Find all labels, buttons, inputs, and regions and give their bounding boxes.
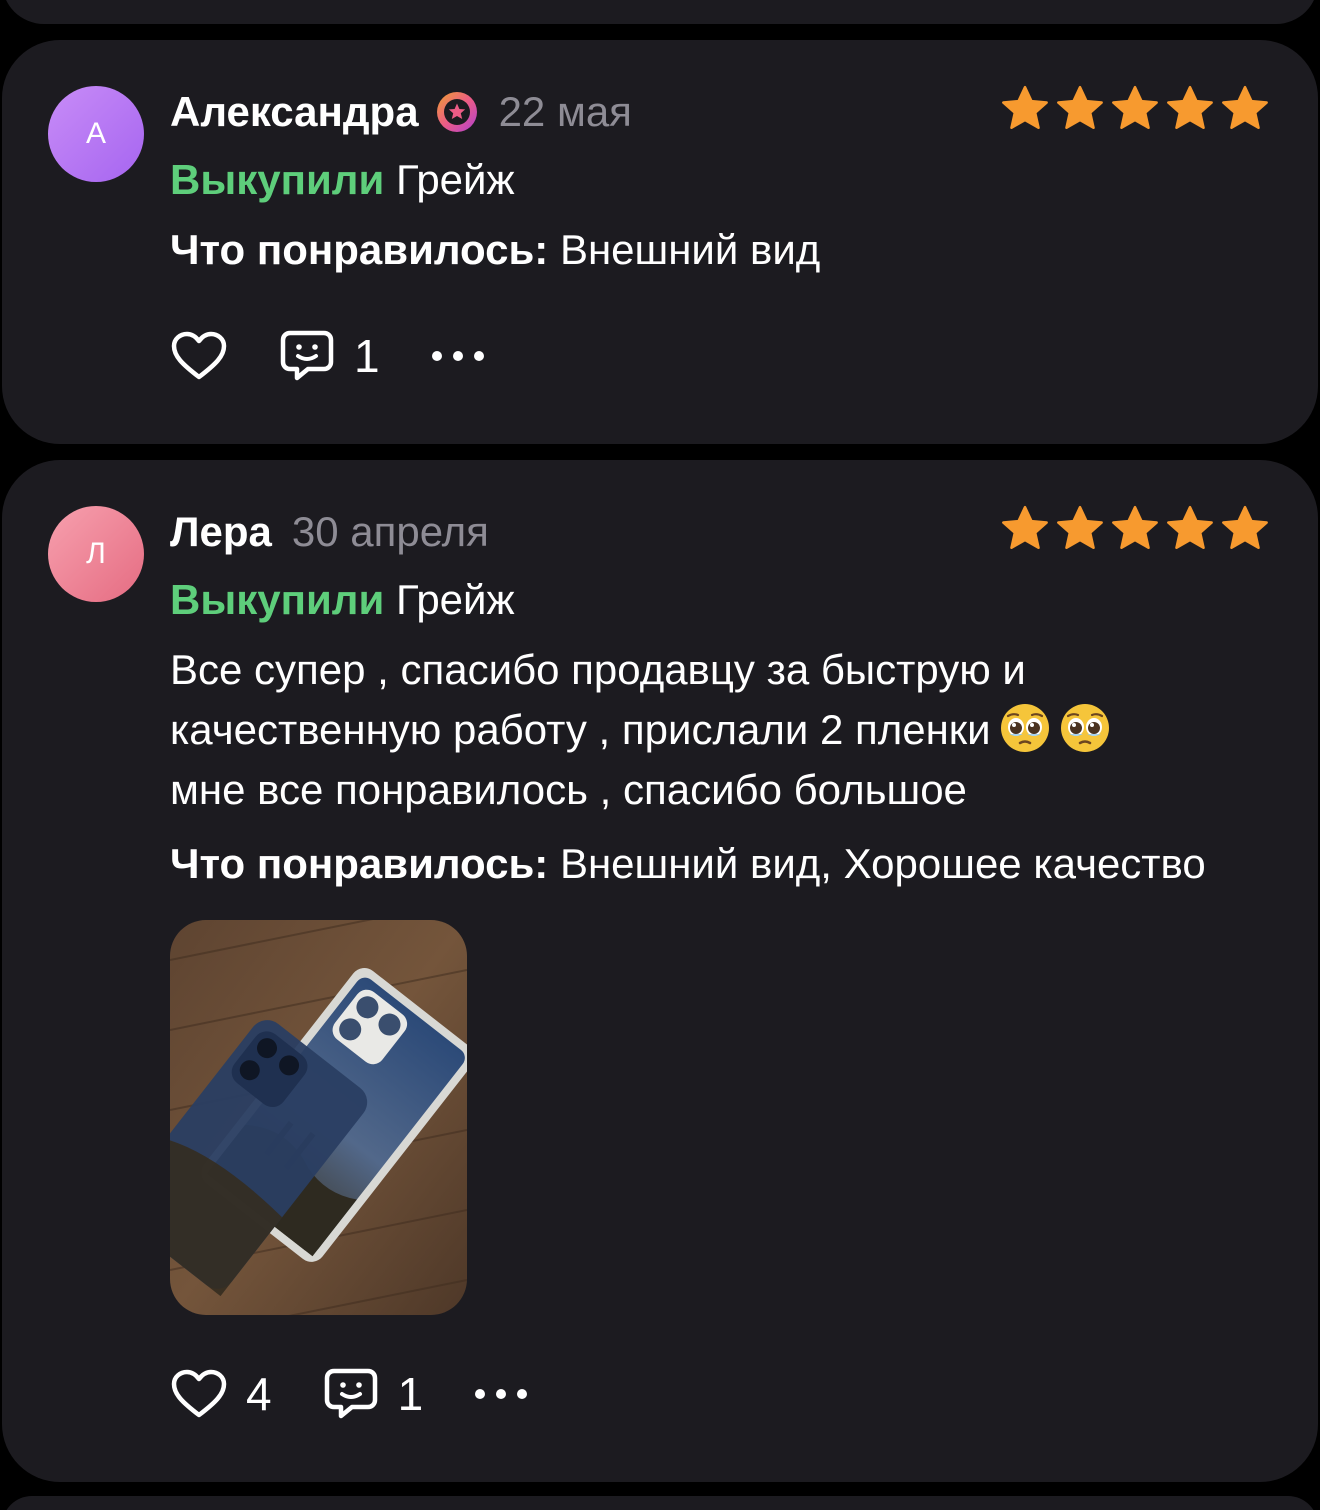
verified-badge-icon xyxy=(435,90,479,134)
star-icon xyxy=(1112,85,1158,129)
purchase-status: Выкупили xyxy=(170,156,385,203)
heart-icon xyxy=(171,1369,227,1418)
more-button[interactable] xyxy=(430,348,486,364)
review-text-line: мне все понравилось , спасибо большое xyxy=(170,766,967,813)
avatar[interactable]: Л xyxy=(48,506,144,602)
like-button[interactable]: 4 xyxy=(170,1367,272,1421)
review-text: Все супер , спасибо продавцу за быструю … xyxy=(170,640,1250,820)
comment-button[interactable]: 1 xyxy=(278,328,380,384)
avatar[interactable]: А xyxy=(48,86,144,182)
comment-icon xyxy=(280,330,334,381)
star-icon xyxy=(1167,505,1213,549)
pleading-face-emoji-icon xyxy=(1060,704,1109,752)
purchase-info: Выкупили Грейж xyxy=(170,152,515,208)
review-actions: 1 xyxy=(170,326,486,386)
more-icon xyxy=(431,351,484,361)
review-header: Александра 22 мая xyxy=(170,84,632,140)
product-variant: Грейж xyxy=(395,576,515,623)
review-photo[interactable] xyxy=(170,920,467,1315)
review-text-line: Все супер , спасибо продавцу за быструю … xyxy=(170,646,1026,693)
review-text-line: качественную работу , прислали 2 пленки xyxy=(170,700,1250,760)
comment-icon xyxy=(324,1368,377,1419)
review-date: 22 мая xyxy=(498,88,632,135)
product-variant: Грейж xyxy=(395,156,515,203)
liked-value: Внешний вид xyxy=(559,226,821,273)
liked-value: Внешний вид, Хорошее качество xyxy=(559,840,1206,887)
purchase-info: Выкупили Грейж xyxy=(170,572,515,628)
star-icon xyxy=(1112,505,1158,549)
more-icon xyxy=(475,1389,528,1399)
review-card: Л Лера 30 апреля Выкупили Грейж Все супе… xyxy=(2,460,1318,1482)
star-icon xyxy=(1057,505,1103,549)
review-actions: 4 1 xyxy=(170,1364,529,1424)
star-icon xyxy=(1057,85,1103,129)
more-button[interactable] xyxy=(473,1386,529,1402)
star-icon xyxy=(1167,85,1213,129)
review-card: А Александра 22 мая Выкупили Грейж Что п… xyxy=(2,40,1318,444)
avatar-letter: Л xyxy=(86,537,106,570)
purchase-status: Выкупили xyxy=(170,576,385,623)
like-count: 4 xyxy=(246,1368,272,1420)
like-button[interactable] xyxy=(170,330,228,382)
liked-aspects: Что понравилось: Внешний вид xyxy=(170,222,820,278)
heart-icon xyxy=(171,331,227,380)
star-icon xyxy=(1222,85,1268,129)
review-card-previous xyxy=(2,0,1318,24)
liked-aspects: Что понравилось: Внешний вид, Хорошее ка… xyxy=(170,836,1206,892)
rating-stars xyxy=(1000,84,1270,134)
star-icon xyxy=(1002,505,1048,549)
pleading-face-emoji-icon xyxy=(1000,704,1049,752)
review-text-line-content: качественную работу , прислали 2 пленки xyxy=(170,706,991,753)
review-date: 30 апреля xyxy=(291,508,489,555)
author-name[interactable]: Лера xyxy=(170,508,272,556)
rating-stars xyxy=(1000,504,1270,554)
review-header: Лера 30 апреля xyxy=(170,504,489,560)
avatar-letter: А xyxy=(85,117,106,150)
reviews-page: А Александра 22 мая Выкупили Грейж Что п… xyxy=(0,0,1320,1510)
comment-count: 1 xyxy=(354,330,380,382)
author-name[interactable]: Александра xyxy=(170,88,419,136)
liked-label: Что понравилось: xyxy=(170,226,549,273)
review-card-next xyxy=(2,1496,1318,1510)
star-icon xyxy=(1222,505,1268,549)
comment-button[interactable]: 1 xyxy=(322,1366,424,1422)
liked-label: Что понравилось: xyxy=(170,840,549,887)
comment-count: 1 xyxy=(397,1368,424,1420)
star-icon xyxy=(1002,85,1048,129)
